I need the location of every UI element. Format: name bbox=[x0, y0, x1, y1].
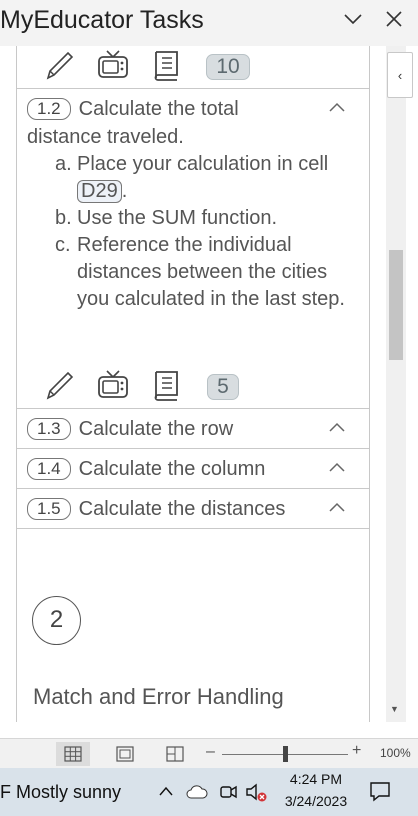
chevron-up-icon[interactable] bbox=[328, 420, 346, 434]
page-break-view-button[interactable] bbox=[158, 742, 192, 766]
step-label: b. bbox=[55, 207, 72, 229]
section-title[interactable]: Match and Error Handling bbox=[33, 684, 284, 710]
scroll-down-arrow-icon[interactable]: ▼ bbox=[390, 704, 399, 714]
chevron-up-icon[interactable] bbox=[157, 782, 175, 802]
close-icon[interactable] bbox=[381, 6, 407, 32]
chevron-left-icon: ‹ bbox=[397, 67, 403, 83]
speaker-muted-icon[interactable] bbox=[244, 782, 268, 802]
task-title: Calculate the total bbox=[78, 97, 239, 120]
section-number-circle: 2 bbox=[32, 596, 81, 645]
zoom-in-button[interactable]: + bbox=[352, 742, 361, 760]
step-label: c. bbox=[55, 234, 71, 256]
chevron-up-icon[interactable] bbox=[328, 500, 346, 514]
notification-icon[interactable] bbox=[369, 780, 391, 802]
step-text: Use the SUM function. bbox=[77, 207, 278, 229]
title-bar: MyEducator Tasks bbox=[0, 0, 418, 46]
book-icon[interactable] bbox=[150, 48, 184, 82]
zoom-slider-thumb[interactable] bbox=[283, 746, 288, 762]
step-a: a. Place your calculation in cell D29. bbox=[55, 151, 345, 205]
pencil-icon[interactable] bbox=[42, 48, 76, 82]
camera-icon[interactable] bbox=[218, 782, 238, 802]
task-1-3-header[interactable]: 1.3 Calculate the row bbox=[27, 409, 233, 449]
clock-date[interactable]: 3/24/2023 bbox=[278, 793, 354, 809]
step-b: b. Use the SUM function. bbox=[55, 205, 345, 232]
cloud-icon[interactable] bbox=[185, 782, 209, 802]
task-steps: a. Place your calculation in cell D29. b… bbox=[55, 151, 345, 313]
step-punct: . bbox=[121, 180, 128, 202]
video-icon[interactable] bbox=[96, 368, 130, 402]
task-title: Calculate the distances bbox=[78, 497, 286, 520]
resource-count-badge: 10 bbox=[206, 54, 250, 80]
page-break-icon bbox=[166, 746, 184, 762]
zoom-out-button[interactable]: – bbox=[206, 743, 215, 761]
task-1-2-resources: 5 bbox=[40, 368, 260, 408]
scrollbar-track[interactable] bbox=[386, 46, 406, 722]
zoom-level[interactable]: 100% bbox=[380, 746, 411, 760]
task-title: Calculate the column bbox=[78, 457, 266, 480]
clock-time[interactable]: 4:24 PM bbox=[284, 771, 348, 787]
page-layout-view-button[interactable] bbox=[108, 742, 142, 766]
chevron-down-icon[interactable] bbox=[340, 6, 366, 32]
page-layout-icon bbox=[116, 746, 134, 762]
video-icon[interactable] bbox=[96, 48, 130, 82]
step-c: c. Reference the individual distances be… bbox=[55, 232, 345, 313]
chevron-up-icon[interactable] bbox=[328, 100, 346, 114]
windows-taskbar: F Mostly sunny 4:24 PM 3/24/2023 bbox=[0, 768, 418, 816]
task-1-5-header[interactable]: 1.5 Calculate the distances bbox=[27, 489, 285, 529]
task-title: Calculate the row bbox=[78, 417, 234, 440]
pencil-icon[interactable] bbox=[42, 368, 76, 402]
collapse-pane-button[interactable]: ‹ bbox=[387, 52, 413, 98]
task-1-1-resources: 10 bbox=[40, 48, 260, 88]
task-number-badge: 1.4 bbox=[27, 458, 71, 480]
grid-icon bbox=[64, 746, 82, 762]
cell-reference[interactable]: D29 bbox=[77, 180, 122, 203]
task-number-badge: 1.5 bbox=[27, 498, 71, 520]
excel-status-bar: – + 100% bbox=[0, 738, 418, 768]
task-number-badge: 1.2 bbox=[27, 98, 71, 120]
task-1-2-header[interactable]: 1.2 Calculate the total bbox=[27, 89, 239, 129]
resource-count-badge: 5 bbox=[207, 374, 239, 400]
task-number-badge: 1.3 bbox=[27, 418, 71, 440]
task-description: distance traveled. bbox=[27, 126, 184, 148]
normal-view-button[interactable] bbox=[56, 742, 90, 766]
weather-widget[interactable]: F Mostly sunny bbox=[0, 782, 121, 803]
step-label: a. bbox=[55, 153, 72, 175]
step-text: Reference the individual distances betwe… bbox=[77, 234, 345, 310]
task-1-4-header[interactable]: 1.4 Calculate the column bbox=[27, 449, 265, 489]
book-icon[interactable] bbox=[150, 368, 184, 402]
window-title: MyEducator Tasks bbox=[0, 6, 204, 34]
step-text: Place your calculation in cell bbox=[77, 153, 329, 175]
chevron-up-icon[interactable] bbox=[328, 460, 346, 474]
scrollbar-thumb[interactable] bbox=[389, 250, 403, 360]
divider bbox=[17, 528, 369, 529]
